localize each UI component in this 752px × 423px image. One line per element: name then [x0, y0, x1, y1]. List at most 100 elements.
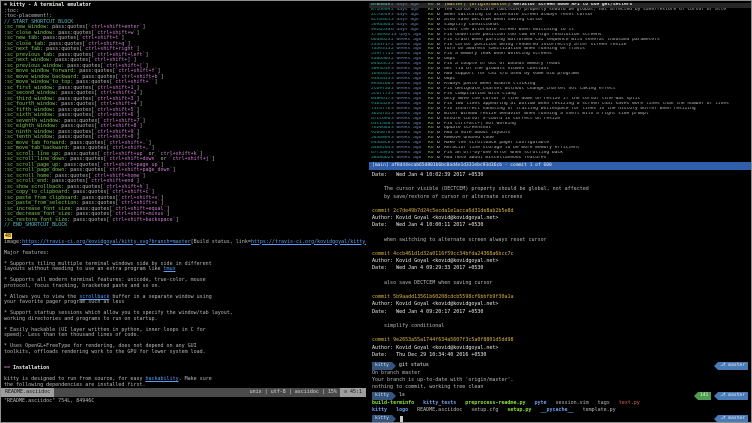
statusline-position: ≡ 45:1: [340, 388, 366, 397]
git-log-line: commit 5b9aadd13561b60208cdcb5598cf6bbfb…: [372, 294, 751, 301]
statusline-fileinfo: unix | utf-8 | asciidoc | 15%: [247, 388, 340, 397]
shell-pane[interactable]: kittygit status⎇ masterOn branch masterY…: [369, 360, 751, 422]
commit-row[interactable]: 38d86b24 weeks agoKGoAdd note about misc…: [369, 156, 751, 161]
git-log-line: [372, 230, 751, 237]
prompt-cwd-segment: kitty: [372, 392, 392, 400]
file-name: text.py: [619, 400, 640, 407]
branch-name: master: [728, 416, 745, 421]
git-log-line: Date: Wed Jan 4 09:29:33 2017 +0530: [372, 265, 751, 272]
git-log-line: Date: Thu Dec 29 10:34:40 2016 +0530: [372, 352, 751, 359]
git-log-line: Date: Wed Jan 4 10:00:11 2017 +0530: [372, 222, 751, 229]
tig-main-view[interactable]: af8d44e2 days agoKGo[master] {origin/mas…: [369, 1, 751, 162]
text-segment: Major features:: [4, 250, 49, 256]
command-output-line: nothing to commit, working tree clean: [372, 384, 748, 391]
kitty-terminal-window: = kitty - A terminal emulator:toc::toc-p…: [0, 0, 752, 423]
command-output-line: Your branch is up-to-date with 'origin/m…: [372, 377, 748, 384]
file-name: kitty: [372, 407, 387, 414]
git-log-line: Date: Wed Jan 4 10:02:39 2017 +0530: [372, 172, 751, 179]
text-segment: ]: [143, 173, 146, 179]
git-log-line: Author: Kovid Goyal <kovid@kovidgoyal.ne…: [372, 215, 751, 222]
editor-buffer: = kitty - A terminal emulator:toc::toc-p…: [1, 1, 366, 388]
text-segment: ]: [139, 101, 142, 107]
file-name: preprocess-readme.py: [465, 400, 525, 407]
file-name: kitty_tests: [423, 400, 456, 407]
file-name: session.vim: [556, 400, 589, 407]
text-segment: layouts without needing to use an extra …: [4, 266, 164, 272]
text-segment: `ctrl+shift+j`: [170, 156, 212, 162]
git-log-line: commit 2c7de49b7d24c5ecda1e1acca6d31de8a…: [372, 208, 751, 215]
text-segment: tmux: [164, 266, 176, 272]
git-log-line: [372, 316, 751, 323]
git-branch-badge: ⎇ master: [718, 415, 748, 423]
git-branch-badge: ⎇ master: [718, 392, 748, 400]
vim-statusline: README.asciidoc unix | utf-8 | asciidoc …: [1, 388, 366, 397]
text-segment: ]: [143, 118, 146, 124]
shell-prompt-line[interactable]: kitty ⎇ master: [372, 414, 748, 422]
typed-command: ls: [399, 392, 405, 399]
git-branch-badge: ⎇ master: [718, 362, 748, 370]
text-segment: pass:quotes[: [70, 217, 109, 223]
text-segment: ]: [161, 74, 164, 80]
text-segment: speed). Less than ten thousand lines of …: [4, 332, 139, 338]
tig-status-bar: [main] af8d44ecab65d801b6bc0ad4e1d331ebc…: [369, 162, 751, 170]
text-segment: ]: [176, 217, 179, 223]
text-segment: ]: [173, 167, 176, 173]
text-segment: [Build status, link=: [191, 239, 251, 245]
right-column: af8d44e2 days agoKGo[master] {origin/mas…: [369, 1, 751, 422]
text-segment: hackability: [145, 376, 178, 382]
git-log-line: Author: Kovid Goyal <kovid@kovidgoyal.ne…: [372, 301, 751, 308]
exit-code: 141: [700, 393, 708, 398]
git-log-line: [372, 179, 751, 186]
text-segment: buffer in a separate window using: [109, 294, 211, 300]
commit-graph-node: o: [437, 156, 444, 161]
git-log-line: when switching to alternate screen alway…: [372, 237, 751, 244]
git-log-line: by save/restore of cursor or alternate s…: [372, 194, 751, 201]
git-log-line: [372, 244, 751, 251]
text-segment: your favorite pager program such as less: [4, 299, 124, 305]
git-log-line: [372, 287, 751, 294]
git-log-line: also save DECTCEM when saving cursor: [372, 280, 751, 287]
text-segment: protocol, focus tracking, bracketed past…: [4, 283, 161, 289]
text-segment: ]: [136, 30, 139, 36]
terminal-cursor: [400, 416, 403, 422]
branch-name: master: [728, 393, 745, 398]
text-segment: toolkits, offloads rendering work to the…: [4, 349, 206, 355]
editor-line: image:https://travis-ci.org/kovidgoyal/k…: [4, 240, 366, 246]
command-output-line: On branch master: [372, 370, 748, 377]
vim-message-line: "README.asciidoc" 754L, 84946C: [1, 397, 366, 406]
git-log-line: commit 4ccb461d1d32a0116f59cc34bfda24368…: [372, 251, 751, 258]
file-name: tags: [598, 400, 610, 407]
shell-prompt-line[interactable]: kittygit status⎇ master: [372, 361, 748, 370]
exit-code-badge: 141: [698, 392, 711, 400]
text-segment: . Make sure: [179, 376, 212, 382]
file-name: setup.cfg: [471, 407, 498, 414]
text-segment: https://travis-ci.org/kovidgoyal/kitty.s…: [22, 239, 191, 245]
ls-output-row: build-terminfokitty_testspreprocess-read…: [372, 400, 748, 407]
file-name: __pycache__: [540, 407, 573, 414]
text-segment: https://travis-ci.org/kovidgoyal/kitty/: [251, 239, 366, 245]
file-name: pyte: [535, 400, 547, 407]
git-log-line: Date: Wed Jan 4 09:20:17 2017 +0530: [372, 309, 751, 316]
git-log-line: Author: Kovid Goyal <kovid@kovidgoyal.ne…: [372, 258, 751, 265]
commit-message: Add note about miscellaneous features: [444, 156, 751, 161]
editor-pane-filler: [1, 406, 366, 422]
git-log-line: The cursor visible (DECTCEM) property sh…: [372, 186, 751, 193]
prompt-cwd-segment: kitty: [372, 362, 392, 370]
git-log-line: [372, 273, 751, 280]
file-name: README.asciidoc: [417, 407, 462, 414]
prompt-cwd-segment: kitty: [372, 415, 392, 423]
text-segment: ]: [139, 90, 142, 96]
git-log-view[interactable]: Date: Wed Jan 4 10:02:39 2017 +0530 The …: [369, 170, 751, 360]
commit-author: KG: [428, 156, 437, 161]
file-name: setup.py: [507, 407, 531, 414]
text-segment: the following dependencies are installed…: [4, 382, 145, 388]
ls-output-row: kitty logo README.asciidoc setup.cfg setup.p…: [372, 407, 748, 414]
text-segment: working directories and programs to run …: [4, 316, 158, 322]
file-name: template.py: [583, 407, 616, 414]
git-log-line: [372, 330, 751, 337]
text-segment: ]: [142, 24, 145, 30]
shell-prompt-line[interactable]: kittyls 141 ⎇ master: [372, 391, 748, 400]
editor-pane[interactable]: = kitty - A terminal emulator:toc::toc-p…: [1, 1, 369, 422]
text-segment: ]: [139, 123, 142, 129]
file-name: logo: [396, 407, 408, 414]
